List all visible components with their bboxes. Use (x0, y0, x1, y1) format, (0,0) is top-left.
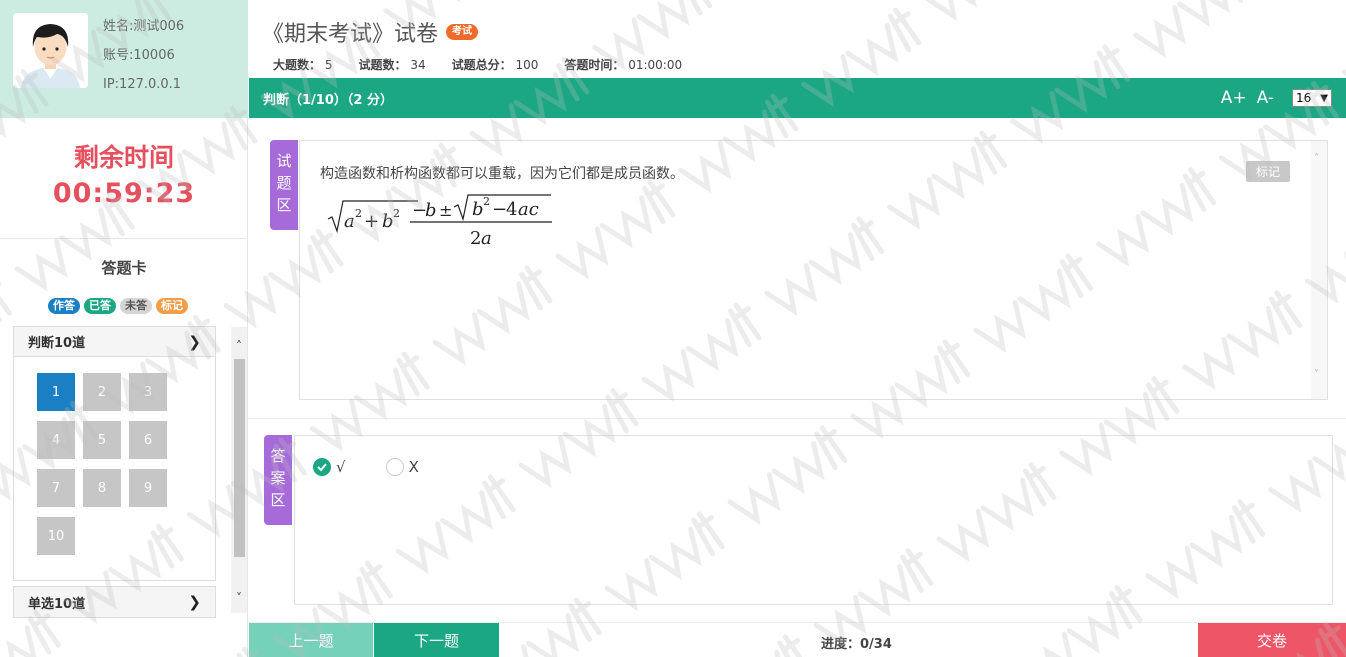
meta-item: 答题时间： 01:00:00 (564, 58, 683, 72)
user-ip: IP:127.0.0.1 (103, 77, 182, 92)
group-judgement: 判断10道 ❯ 1 2 3 4 5 6 7 8 9 10 (13, 326, 216, 581)
chevron-down-icon: ▼ (1320, 92, 1328, 104)
timer-value: 00:59:23 (52, 178, 196, 209)
answer-card-scrollbar[interactable]: ˄ ˅ (231, 327, 247, 613)
answer-options: √ X (313, 458, 419, 476)
question-text: 构造函数和析构函数都可以重载，因为它们都是成员函数。 (320, 166, 684, 182)
chevron-right-icon: ❯ (188, 593, 201, 611)
legend-answered: 已答 (84, 298, 116, 314)
svg-text:a: a (481, 228, 492, 249)
svg-text:b: b (382, 211, 394, 232)
font-size-select[interactable]: 16 ▼ (1292, 89, 1332, 107)
option-true[interactable]: √ (313, 458, 346, 476)
section-bar: 判断（1/10）（2 分） A+ A- 16 ▼ (249, 78, 1346, 118)
user-info: 姓名:测试006 账号:10006 IP:127.0.0.1 (103, 12, 184, 99)
font-controls: A+ A- 16 ▼ (1221, 88, 1332, 108)
question-cell[interactable]: 8 (83, 469, 121, 507)
question-cell[interactable]: 10 (37, 517, 75, 555)
question-cell[interactable]: 5 (83, 421, 121, 459)
avatar (13, 13, 88, 88)
section-title: 判断（1/10）（2 分） (263, 92, 393, 108)
svg-text:b: b (425, 200, 437, 221)
prev-question-button[interactable]: 上一题 (249, 623, 373, 657)
exam-meta: 大题数： 5 试题数： 34 试题总分： 100 答题时间： 01:00:00 (273, 56, 682, 73)
exam-badge: 考试 (446, 24, 479, 40)
svg-text:2: 2 (483, 195, 490, 208)
question-cell[interactable]: 6 (129, 421, 167, 459)
font-size-value: 16 (1296, 91, 1312, 105)
question-grid: 1 2 3 4 5 6 7 8 9 10 (14, 357, 215, 555)
option-label: X (408, 458, 419, 476)
svg-text:2: 2 (470, 228, 481, 249)
section-separator (249, 418, 1346, 419)
question-box: 构造函数和析构函数都可以重载，因为它们都是成员函数。 标记 a 2 + b 2 … (299, 140, 1328, 400)
user-account: 账号:10006 (103, 48, 175, 63)
radio-checked-icon[interactable] (313, 458, 331, 476)
svg-text:b: b (472, 199, 484, 220)
next-question-button[interactable]: 下一题 (374, 623, 499, 657)
group-header-judgement[interactable]: 判断10道 ❯ (14, 327, 215, 357)
exam-title-text: 《期末考试》试卷 (262, 22, 439, 47)
mark-button[interactable]: 标记 (1245, 161, 1290, 182)
chevron-right-icon: ❯ (188, 332, 201, 351)
legend-current: 作答 (48, 298, 80, 314)
profile-card: 姓名:测试006 账号:10006 IP:127.0.0.1 (0, 0, 248, 118)
meta-item: 试题数： 34 (358, 58, 426, 72)
submit-exam-button[interactable]: 交卷 (1198, 623, 1346, 657)
divider (0, 238, 248, 239)
left-panel: 姓名:测试006 账号:10006 IP:127.0.0.1 剩余时间 00:5… (0, 0, 248, 657)
meta-item: 大题数： 5 (273, 58, 333, 72)
group-header-single-choice[interactable]: 单选10道 ❯ (14, 587, 215, 617)
answer-area-tag: 答 案 区 (264, 435, 292, 525)
svg-text:2: 2 (355, 207, 362, 220)
question-cell[interactable]: 9 (129, 469, 167, 507)
group-label: 单选10道 (28, 596, 86, 612)
meta-item: 试题总分： 100 (451, 58, 539, 72)
progress-text: 进度：0/34 (821, 637, 892, 652)
question-area-tag: 试 题 区 (270, 140, 298, 230)
svg-text:2: 2 (393, 207, 400, 220)
svg-text:ac: ac (518, 199, 539, 220)
chevron-up-icon[interactable]: ˄ (1314, 153, 1319, 164)
footer-bar: 上一题 下一题 进度：0/34 交卷 (249, 622, 1346, 657)
svg-text:±: ± (439, 201, 452, 220)
svg-text:a: a (344, 211, 355, 232)
scrollbar-thumb[interactable] (234, 359, 245, 557)
svg-text:4: 4 (506, 199, 517, 220)
legend-marked: 标记 (156, 298, 188, 314)
avatar-icon (13, 13, 88, 88)
question-cell[interactable]: 3 (129, 373, 167, 411)
chevron-down-icon[interactable]: ˅ (231, 591, 247, 605)
svg-text:−: − (492, 199, 507, 220)
question-cell[interactable]: 7 (37, 469, 75, 507)
font-decrease-button[interactable]: A- (1257, 88, 1274, 108)
option-label: √ (336, 458, 346, 476)
radio-unchecked-icon[interactable] (385, 458, 404, 476)
main-area: 《期末考试》试卷 考试 大题数： 5 试题数： 34 试题总分： 100 答题时… (249, 0, 1346, 657)
font-increase-button[interactable]: A+ (1221, 88, 1247, 108)
user-name: 姓名:测试006 (103, 19, 185, 34)
timer-label: 剩余时间 (73, 143, 174, 172)
question-cell[interactable]: 1 (37, 373, 75, 411)
question-scrollbar[interactable]: ˄ ˅ (1311, 141, 1327, 399)
answer-card-legend: 作答 已答 未答 标记 (48, 298, 188, 314)
answer-card-title: 答题卡 (101, 259, 147, 277)
exam-title: 《期末考试》试卷 考试 (262, 16, 479, 48)
chevron-up-icon[interactable]: ˄ (231, 339, 247, 353)
question-cell[interactable]: 2 (83, 373, 121, 411)
group-label: 判断10道 (28, 336, 86, 351)
group-single-choice: 单选10道 ❯ (13, 586, 216, 618)
answer-box: √ X (294, 435, 1333, 605)
countdown: 剩余时间 00:59:23 (0, 140, 248, 212)
question-cell[interactable]: 4 (37, 421, 75, 459)
formula-image: a 2 + b 2 − b ± b 2 − 4 ac 2 a (327, 194, 552, 249)
legend-unanswered: 未答 (120, 298, 152, 314)
exam-app: 姓名:测试006 账号:10006 IP:127.0.0.1 剩余时间 00:5… (0, 0, 1346, 657)
svg-text:+: + (364, 211, 379, 232)
chevron-down-icon[interactable]: ˅ (1314, 369, 1319, 380)
option-false[interactable]: X (385, 458, 419, 476)
